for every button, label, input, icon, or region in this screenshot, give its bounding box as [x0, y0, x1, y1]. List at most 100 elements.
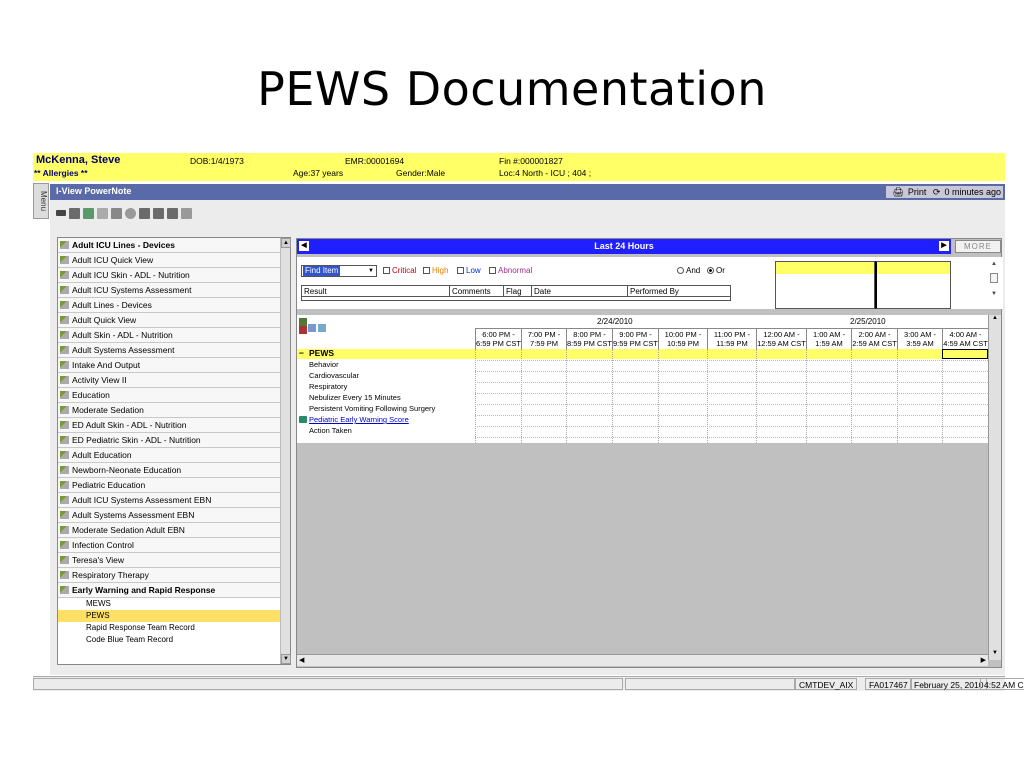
- low-checkbox[interactable]: Low: [457, 266, 481, 275]
- result-header: Result Comments Flag Date Performed By: [301, 285, 731, 297]
- result-column-header[interactable]: Comments: [452, 287, 491, 296]
- flag-icon[interactable]: [299, 326, 307, 334]
- note-icon[interactable]: [167, 208, 178, 219]
- section-item[interactable]: Code Blue Team Record: [58, 634, 290, 646]
- chevron-down-icon[interactable]: ▼: [366, 266, 376, 276]
- abnormal-checkbox[interactable]: Abnormal: [489, 266, 532, 275]
- result-column-header[interactable]: Date: [534, 287, 551, 296]
- section-item[interactable]: MEWS: [58, 598, 290, 610]
- band-item[interactable]: ED Adult Skin - ADL - Nutrition: [58, 418, 290, 433]
- band-item[interactable]: Infection Control: [58, 538, 290, 553]
- section-item[interactable]: PEWS: [58, 610, 290, 622]
- band-item[interactable]: Intake And Output: [58, 358, 290, 373]
- print-button[interactable]: Print: [908, 187, 927, 197]
- result-column-header[interactable]: Flag: [506, 287, 522, 296]
- document-icon[interactable]: [139, 208, 150, 219]
- glasses-icon[interactable]: [97, 208, 108, 219]
- time-column-header[interactable]: 6:00 PM -6:59 PM CST: [475, 328, 521, 349]
- chart-icon[interactable]: [153, 208, 164, 219]
- and-radio[interactable]: And: [677, 266, 700, 275]
- time-range-bar[interactable]: ◀ Last 24 Hours ▶: [297, 239, 951, 254]
- scroll-right-arrow[interactable]: ▶: [981, 656, 986, 664]
- time-column-header[interactable]: 3:00 AM -3:59 AM CST: [897, 328, 942, 357]
- band-icon: [60, 346, 69, 354]
- time-column-header[interactable]: 7:00 PM -7:59 PM CST: [521, 328, 566, 357]
- scroll-down-arrow[interactable]: ▼: [281, 654, 291, 664]
- expand-icon[interactable]: [318, 324, 326, 332]
- band-label: Adult ICU Systems Assessment EBN: [72, 495, 212, 505]
- band-item[interactable]: Pediatric Education: [58, 478, 290, 493]
- critical-checkbox[interactable]: Critical: [383, 266, 416, 275]
- flowsheet-cells[interactable]: [475, 349, 988, 443]
- band-item[interactable]: Adult ICU Systems Assessment EBN: [58, 493, 290, 508]
- allergies-link[interactable]: ** Allergies **: [34, 168, 88, 178]
- time-column-header[interactable]: 4:00 AM -4:59 AM CST: [942, 328, 988, 349]
- form-icon[interactable]: [181, 208, 192, 219]
- time-column-header[interactable]: 1:00 AM -1:59 AM CST: [806, 328, 851, 357]
- calculator-icon[interactable]: [299, 416, 307, 423]
- flowsheet-vscrollbar[interactable]: ▲ ▼: [988, 315, 1001, 660]
- result-list[interactable]: [301, 297, 731, 301]
- band-label: ED Pediatric Skin - ADL - Nutrition: [72, 435, 201, 445]
- time-column-header[interactable]: 10:00 PM -10:59 PM CST: [658, 328, 707, 357]
- band-item[interactable]: Adult ICU Quick View: [58, 253, 290, 268]
- time-column-header[interactable]: 12:00 AM -12:59 AM CST: [756, 328, 806, 349]
- band-item[interactable]: Moderate Sedation: [58, 403, 290, 418]
- band-item[interactable]: Adult Lines - Devices: [58, 298, 290, 313]
- menu-tab[interactable]: Menu: [33, 183, 49, 219]
- filter-icon[interactable]: [299, 318, 307, 326]
- band-icon: [60, 316, 69, 324]
- time-column-header[interactable]: 9:00 PM -9:59 PM CST: [612, 328, 658, 349]
- band-item[interactable]: Adult ICU Systems Assessment: [58, 283, 290, 298]
- range-right-arrow[interactable]: ▶: [939, 241, 949, 251]
- band-item[interactable]: Adult ICU Lines - Devices: [58, 238, 290, 253]
- result-column-header[interactable]: Result: [304, 287, 327, 296]
- toolbar: [50, 200, 1005, 230]
- result-column-header[interactable]: Performed By: [630, 287, 679, 296]
- find-scrollbar[interactable]: ▲ ▼: [987, 261, 1001, 309]
- time-column-header[interactable]: 11:00 PM -11:59 PM CST: [707, 328, 756, 357]
- scroll-left-arrow[interactable]: ◀: [299, 656, 304, 664]
- clear-icon[interactable]: [125, 208, 136, 219]
- more-button[interactable]: MORE: [955, 240, 1001, 253]
- band-item[interactable]: Adult Systems Assessment: [58, 343, 290, 358]
- scroll-up-arrow[interactable]: ▲: [989, 315, 1001, 325]
- band-list-scrollbar[interactable]: ▲ ▼: [280, 238, 291, 664]
- band-item[interactable]: Adult Skin - ADL - Nutrition: [58, 328, 290, 343]
- scroll-down-arrow[interactable]: ▼: [989, 650, 1001, 660]
- flowsheet-hscrollbar[interactable]: ◀ ▶: [297, 654, 988, 666]
- or-radio[interactable]: Or: [707, 266, 725, 275]
- band-item[interactable]: Teresa's View: [58, 553, 290, 568]
- printer-icon[interactable]: 🖨: [892, 187, 903, 197]
- range-left-arrow[interactable]: ◀: [299, 241, 309, 251]
- pointer-icon[interactable]: [56, 210, 66, 216]
- current-hour-cell[interactable]: [942, 349, 988, 359]
- flowsheet-header: 2/24/2010 2/25/2010 6:00 PM -6:59 PM CST…: [297, 315, 988, 357]
- band-item[interactable]: Education: [58, 388, 290, 403]
- status-bar: CMTDEV_AIX FA017467 February 25, 2010 4:52 …: [33, 676, 1024, 691]
- find-item-select[interactable]: Find Item ▼: [301, 265, 377, 277]
- table-icon[interactable]: [69, 208, 80, 219]
- time-column-header[interactable]: 2:00 AM -2:59 AM CST: [851, 328, 897, 349]
- band-item[interactable]: Adult Quick View: [58, 313, 290, 328]
- collapse-icon[interactable]: −: [299, 349, 304, 358]
- band-item[interactable]: Activity View II: [58, 373, 290, 388]
- band-item[interactable]: Respiratory Therapy: [58, 568, 290, 583]
- band-item[interactable]: ED Pediatric Skin - ADL - Nutrition: [58, 433, 290, 448]
- high-checkbox[interactable]: High: [423, 266, 448, 275]
- checkmark-icon[interactable]: [111, 208, 122, 219]
- band-item[interactable]: Newborn-Neonate Education: [58, 463, 290, 478]
- section-item[interactable]: Rapid Response Team Record: [58, 622, 290, 634]
- band-item[interactable]: Adult Education: [58, 448, 290, 463]
- band-icon: [60, 586, 69, 594]
- date-label-2: 2/25/2010: [850, 317, 886, 326]
- refresh-icon[interactable]: ⟳: [933, 187, 941, 197]
- time-column-header[interactable]: 8:00 PM -8:59 PM CST: [566, 328, 612, 349]
- edit-icon[interactable]: [308, 324, 316, 332]
- band-item[interactable]: Moderate Sedation Adult EBN: [58, 523, 290, 538]
- band-item[interactable]: Adult ICU Skin - ADL - Nutrition: [58, 268, 290, 283]
- scroll-up-arrow[interactable]: ▲: [281, 238, 291, 248]
- band-item[interactable]: Early Warning and Rapid Response: [58, 583, 290, 598]
- band-item[interactable]: Adult Systems Assessment EBN: [58, 508, 290, 523]
- grid-view-icon[interactable]: [83, 208, 94, 219]
